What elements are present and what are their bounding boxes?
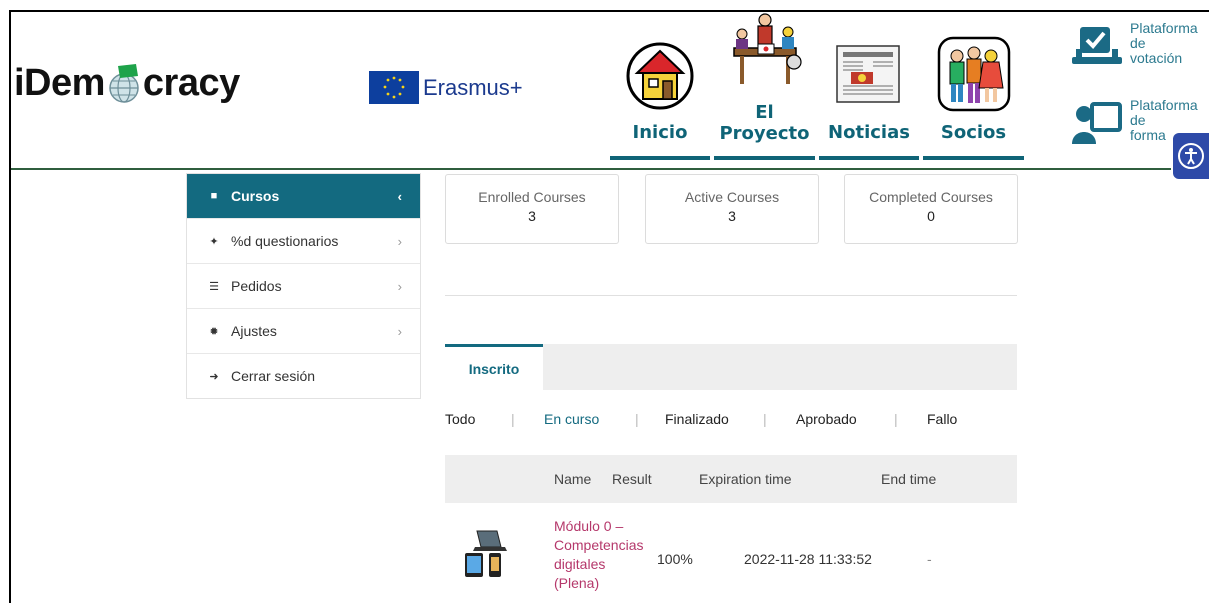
tab-inscrito[interactable]: Inscrito (445, 344, 543, 390)
nav-el-proyecto[interactable]: El Proyecto (714, 13, 815, 162)
column-header-expiration: Expiration time (699, 471, 792, 487)
voting-checkbox-icon (1072, 27, 1122, 64)
sidebar-item-cerrar-sesion[interactable]: ➜ Cerrar sesión (187, 354, 420, 398)
logo-text-right: cracy (142, 62, 240, 104)
nav-inicio[interactable]: Inicio (610, 22, 710, 162)
filter-aprobado[interactable]: Aprobado (796, 411, 857, 427)
stat-completed-courses: Completed Courses 0 (844, 174, 1018, 244)
section-divider (445, 295, 1017, 296)
stat-value: 3 (528, 208, 536, 224)
nav-label-inicio: Inicio (632, 122, 688, 143)
stat-label: Enrolled Courses (478, 189, 586, 205)
plataforma-votacion-label: Plataforma de votación (1130, 20, 1198, 66)
cart-icon: ☰ (209, 280, 219, 293)
course-expiration: 2022-11-28 11:33:52 (744, 551, 872, 567)
erasmus-label: Erasmus+ (423, 74, 523, 100)
sidebar-item-cursos[interactable]: ■ Cursos ‹ (187, 174, 420, 219)
stat-enrolled-courses: Enrolled Courses 3 (445, 174, 619, 244)
puzzle-icon: ✦ (209, 235, 219, 248)
nav-underline (923, 156, 1024, 160)
accessibility-icon (1178, 143, 1204, 169)
stat-value: 0 (927, 208, 935, 224)
globe-ballot-icon (106, 63, 142, 104)
house-icon (626, 42, 694, 110)
table-row: Módulo 0 – Competencias digitales (Plena… (445, 503, 1017, 603)
sidebar-item-label: Pedidos (231, 278, 282, 294)
column-header-end-time: End time (881, 471, 937, 487)
filter-separator: | (635, 411, 639, 427)
nav-label-noticias: Noticias (828, 122, 910, 143)
gear-icon: ✹ (209, 325, 219, 338)
sidebar-item-label: %d questionarios (231, 233, 339, 249)
devices-icon (465, 530, 507, 577)
chevron-right-icon: › (397, 233, 402, 249)
nav-label-socios: Socios (940, 122, 1007, 143)
header-divider (11, 168, 1171, 170)
erasmus-logo: Erasmus+ (369, 71, 523, 104)
nav-socios[interactable]: Socios (923, 22, 1024, 162)
filter-en-curso[interactable]: En curso (544, 411, 599, 427)
course-tabs: Inscrito (445, 344, 1017, 390)
filter-todo[interactable]: Todo (445, 411, 475, 427)
sidebar-item-pedidos[interactable]: ☰ Pedidos › (187, 264, 420, 309)
chevron-right-icon: › (397, 278, 402, 294)
sidebar-item-label: Ajustes (231, 323, 277, 339)
account-sidebar: ■ Cursos ‹ ✦ %d questionarios › ☰ Pedido… (186, 173, 421, 399)
filter-separator: | (511, 411, 515, 427)
chevron-left-icon: ‹ (397, 188, 402, 204)
stat-value: 3 (728, 208, 736, 224)
courses-table-header: Name Result Expiration time End time (445, 455, 1017, 503)
column-header-name: Name (554, 471, 592, 487)
accessibility-button[interactable] (1173, 133, 1209, 179)
filter-separator: | (763, 411, 767, 427)
idemocracy-logo[interactable]: iDem cracy (14, 62, 240, 105)
link-plataforma-votacion[interactable]: Plataforma de votación (1072, 21, 1198, 67)
newspaper-icon (836, 45, 900, 103)
filter-finalizado[interactable]: Finalizado (665, 411, 729, 427)
training-presentation-icon (1072, 102, 1122, 144)
chevron-right-icon: › (397, 323, 402, 339)
filter-fallo[interactable]: Fallo (927, 411, 957, 427)
eu-flag-icon (369, 71, 419, 104)
logo-text-left: iDem (14, 62, 105, 104)
nav-label-el-proyecto: El Proyecto (719, 102, 810, 144)
nav-underline (819, 156, 919, 160)
course-link[interactable]: Módulo 0 – Competencias digitales (Plena… (554, 517, 649, 593)
course-result: 100% (657, 551, 693, 567)
nav-noticias[interactable]: Noticias (819, 22, 919, 162)
meeting-icon (733, 13, 802, 84)
nav-underline (714, 156, 815, 160)
sidebar-item-label: Cursos (231, 188, 280, 204)
column-header-result: Result (612, 471, 652, 487)
stat-active-courses: Active Courses 3 (645, 174, 819, 244)
filter-separator: | (894, 411, 898, 427)
partners-icon (937, 36, 1011, 112)
frame-border-top (9, 10, 1209, 12)
stat-label: Active Courses (684, 189, 780, 205)
course-end-time: - (927, 551, 932, 567)
sidebar-item-questionarios[interactable]: ✦ %d questionarios › (187, 219, 420, 264)
nav-underline (610, 156, 710, 160)
logout-icon: ➜ (209, 370, 219, 383)
frame-border-left (9, 10, 11, 603)
sidebar-item-ajustes[interactable]: ✹ Ajustes › (187, 309, 420, 354)
sidebar-item-label: Cerrar sesión (231, 368, 316, 384)
book-icon: ■ (210, 190, 218, 202)
stat-label: Completed Courses (869, 189, 993, 205)
